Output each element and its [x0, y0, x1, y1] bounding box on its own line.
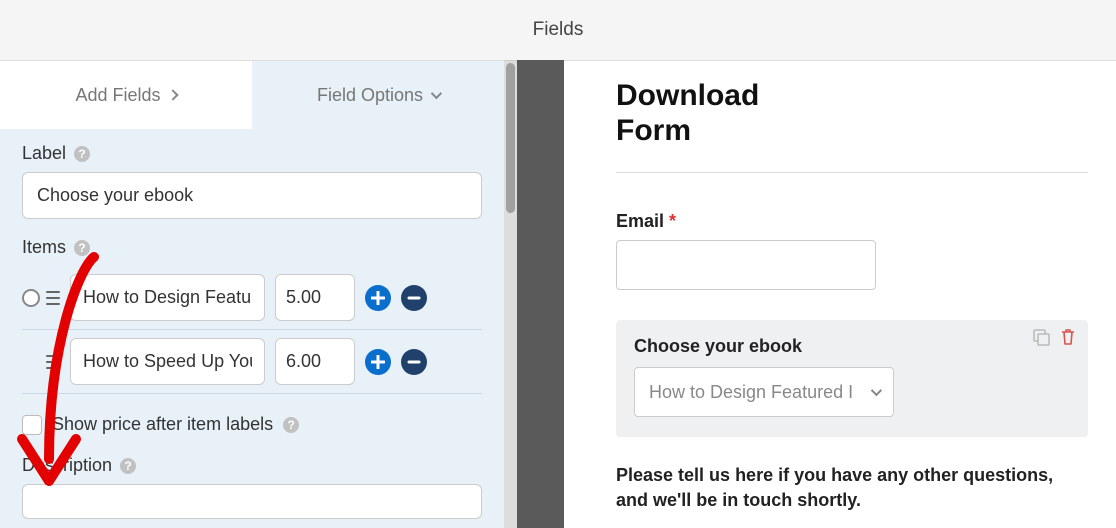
description-section: Description ?: [22, 455, 482, 519]
help-icon[interactable]: ?: [74, 146, 90, 162]
block-actions: [1032, 328, 1076, 351]
plus-icon: [371, 355, 385, 369]
label-heading: Label: [22, 143, 66, 164]
ebook-select[interactable]: How to Design Featured I: [634, 367, 894, 417]
scrollbar[interactable]: [504, 60, 517, 528]
form-divider: [616, 172, 1088, 173]
topbar-title: Fields: [533, 19, 584, 41]
email-label: Email: [616, 211, 664, 231]
minus-icon: [407, 355, 421, 369]
show-price-checkbox[interactable]: [22, 415, 42, 435]
panel-body: Label ? Items ?: [0, 129, 504, 528]
tabs: Add Fields Field Options: [0, 61, 504, 129]
tab-field-options[interactable]: Field Options: [252, 61, 504, 129]
item-drag-radio: [22, 353, 60, 371]
help-icon[interactable]: ?: [283, 417, 299, 433]
description-heading: Description: [22, 455, 112, 476]
chevron-down-icon: [871, 385, 882, 396]
topbar: Fields: [0, 0, 1116, 60]
duplicate-icon[interactable]: [1032, 328, 1050, 351]
show-price-label: Show price after item labels: [52, 414, 273, 435]
plus-icon: [371, 291, 385, 305]
drag-handle-icon[interactable]: [46, 291, 60, 305]
label-section: Label ?: [22, 143, 482, 219]
item-name-input[interactable]: [70, 274, 265, 321]
tab-field-options-label: Field Options: [317, 85, 423, 106]
description-input[interactable]: [22, 484, 482, 519]
preview-frame-border: [517, 60, 564, 528]
email-input[interactable]: [616, 240, 876, 290]
label-heading-row: Label ?: [22, 143, 482, 164]
closing-text: Please tell us here if you have any othe…: [616, 463, 1088, 513]
label-input[interactable]: [22, 172, 482, 219]
help-icon[interactable]: ?: [74, 240, 90, 256]
preview-panel: Download Form Email * Choose your ebook: [564, 60, 1116, 528]
show-price-row: Show price after item labels ?: [22, 414, 482, 435]
item-name-input[interactable]: [70, 338, 265, 385]
form-title-line1: Download: [616, 79, 759, 112]
main: Add Fields Field Options Label ? Items ?: [0, 60, 1116, 528]
items-heading: Items: [22, 237, 66, 258]
add-item-button[interactable]: [365, 349, 391, 375]
add-item-button[interactable]: [365, 285, 391, 311]
items-section: Items ?: [22, 237, 482, 435]
items-heading-row: Items ?: [22, 237, 482, 258]
remove-item-button[interactable]: [401, 349, 427, 375]
item-row: [22, 330, 482, 394]
chevron-down-icon: [431, 88, 442, 99]
minus-icon: [407, 291, 421, 305]
item-price-input[interactable]: [275, 274, 355, 321]
delete-icon[interactable]: [1060, 328, 1076, 351]
item-row: [22, 266, 482, 330]
remove-item-button[interactable]: [401, 285, 427, 311]
left-panel: Add Fields Field Options Label ? Items ?: [0, 60, 504, 528]
required-star: *: [669, 211, 676, 231]
tab-add-fields[interactable]: Add Fields: [0, 61, 252, 129]
email-field-block: Email *: [616, 211, 1088, 290]
email-label-row: Email *: [616, 211, 1088, 232]
form-title-line2: Form: [616, 114, 691, 147]
ebook-select-value: How to Design Featured I: [649, 382, 853, 403]
scrollbar-thumb[interactable]: [506, 63, 515, 213]
item-drag-radio: [22, 289, 60, 307]
item-price-input[interactable]: [275, 338, 355, 385]
choose-ebook-label: Choose your ebook: [634, 336, 1070, 357]
choose-ebook-block[interactable]: Choose your ebook How to Design Featured…: [616, 320, 1088, 437]
radio-icon[interactable]: [22, 289, 40, 307]
help-icon[interactable]: ?: [120, 458, 136, 474]
tab-add-fields-label: Add Fields: [75, 85, 160, 106]
drag-handle-icon[interactable]: [46, 355, 60, 369]
form-title: Download Form: [616, 79, 1088, 148]
description-heading-row: Description ?: [22, 455, 482, 476]
chevron-right-icon: [167, 89, 178, 100]
